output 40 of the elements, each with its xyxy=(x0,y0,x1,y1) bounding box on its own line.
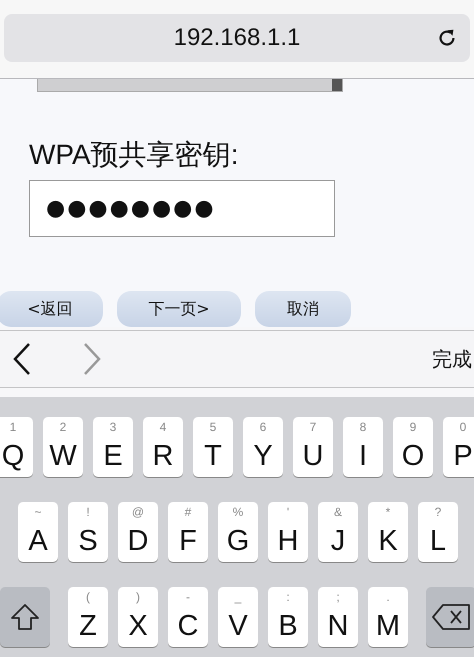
done-button[interactable]: 完成 xyxy=(432,346,474,372)
letter-key[interactable]: ; N xyxy=(318,587,358,647)
form-button[interactable]: 取消 xyxy=(255,291,351,327)
letter-key[interactable]: : B xyxy=(268,587,308,647)
letter-key[interactable]: & J xyxy=(318,502,358,562)
letter-key[interactable]: 8 I xyxy=(343,417,383,477)
letter-key[interactable]: 0 P xyxy=(443,417,474,477)
letter-key[interactable]: 5 T xyxy=(193,417,233,477)
letter-key[interactable]: ) X xyxy=(118,587,158,647)
letter-key[interactable]: % G xyxy=(218,502,258,562)
letter-key[interactable]: 6 Y xyxy=(243,417,283,477)
field-label: WPA预共享密钥: xyxy=(29,138,240,172)
scrollbar-thumb[interactable] xyxy=(332,79,342,91)
letter-key[interactable]: ! S xyxy=(68,502,108,562)
letter-key[interactable]: 1 Q xyxy=(0,417,33,477)
letter-key[interactable]: # F xyxy=(168,502,208,562)
letter-key[interactable]: 7 U xyxy=(293,417,333,477)
letter-key[interactable]: ? L xyxy=(418,502,458,562)
backspace-icon xyxy=(431,603,471,631)
letter-key[interactable]: 4 R xyxy=(143,417,183,477)
letter-key[interactable]: 3 E xyxy=(93,417,133,477)
letter-key[interactable]: ' H xyxy=(268,502,308,562)
letter-key[interactable]: ( Z xyxy=(68,587,108,647)
letter-key[interactable]: * K xyxy=(368,502,408,562)
previous-icon[interactable] xyxy=(12,342,32,376)
letter-key[interactable]: _ V xyxy=(218,587,258,647)
delete-key[interactable] xyxy=(426,587,474,647)
address-bar[interactable]: 192.168.1.1 xyxy=(4,14,470,62)
form-button[interactable]: <返回 xyxy=(0,291,103,327)
shift-icon xyxy=(10,603,40,631)
password-field[interactable]: ●●●●●●●● xyxy=(29,180,335,237)
url-text: 192.168.1.1 xyxy=(174,24,300,52)
letter-key[interactable]: 9 O xyxy=(393,417,433,477)
letter-key[interactable]: 2 W xyxy=(43,417,83,477)
shift-key[interactable] xyxy=(0,587,50,647)
letter-key[interactable]: @ D xyxy=(118,502,158,562)
letter-key[interactable]: . M xyxy=(368,587,408,647)
letter-key[interactable]: - C xyxy=(168,587,208,647)
letter-key[interactable]: ~ A xyxy=(18,502,58,562)
form-button[interactable]: 下一页> xyxy=(117,291,241,327)
